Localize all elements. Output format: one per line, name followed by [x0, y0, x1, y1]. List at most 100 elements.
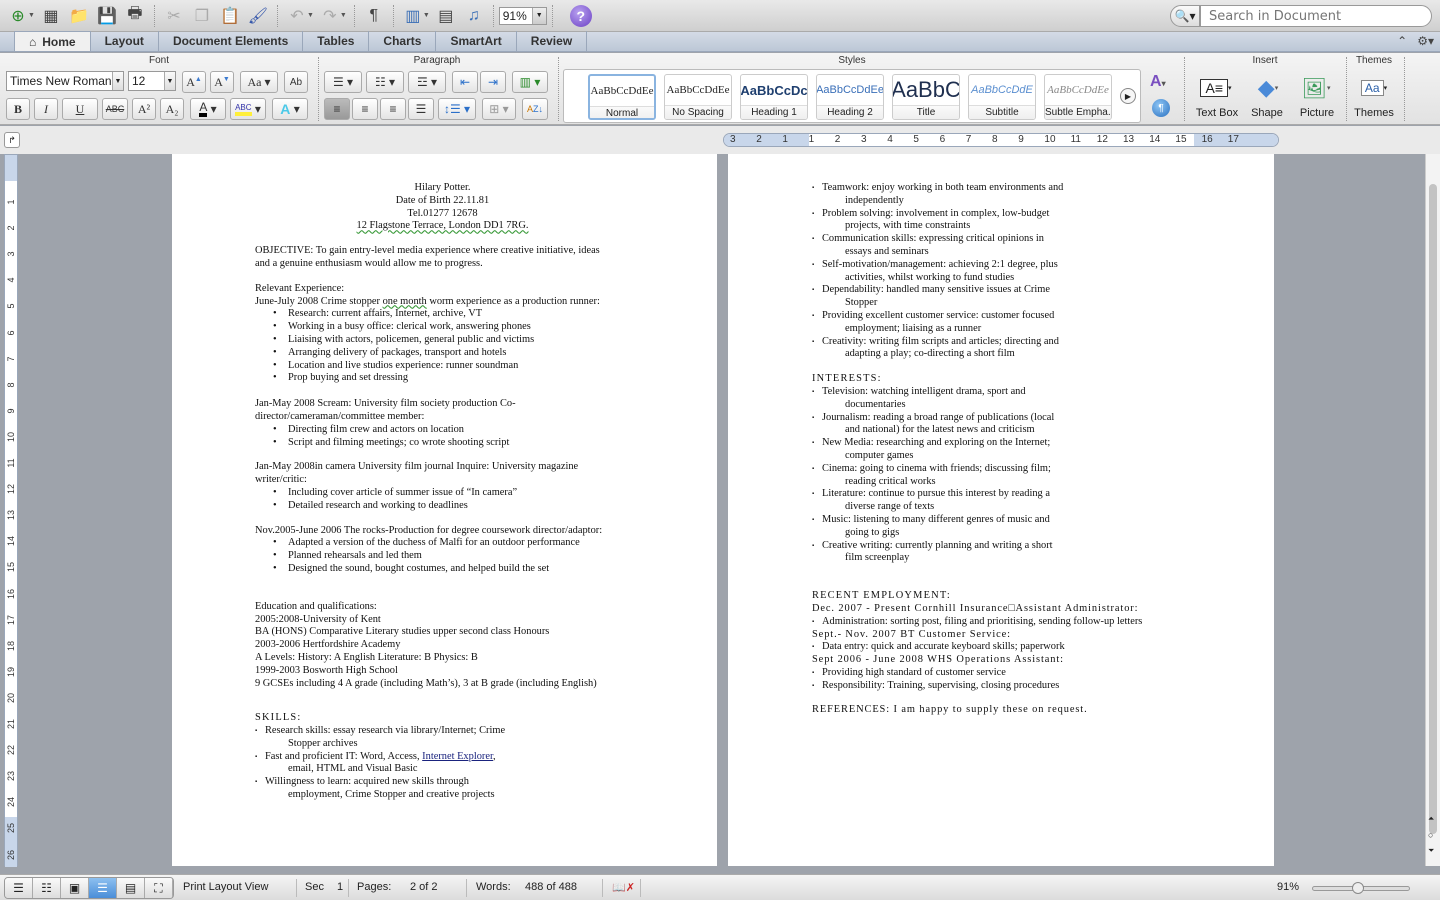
vertical-scrollbar[interactable]: ⏶ ○ ⏷	[1425, 154, 1440, 866]
search-input[interactable]	[1200, 5, 1432, 27]
text-effects-button[interactable]: A ▾	[272, 98, 308, 120]
gallery-icon[interactable]: ▦	[37, 4, 65, 28]
grow-font-button[interactable]: A▲	[182, 71, 206, 93]
superscript-button[interactable]: A²	[132, 98, 156, 120]
tab-document-elements[interactable]: Document Elements	[159, 31, 304, 51]
sort-button[interactable]: A Z↓	[522, 98, 548, 120]
spelling-check-icon[interactable]: 📖✗	[612, 881, 635, 894]
save-icon[interactable]: 💾	[93, 4, 121, 28]
zoom-slider[interactable]	[1312, 882, 1410, 894]
decrease-indent-button[interactable]: ⇤	[452, 71, 478, 93]
copy-icon[interactable]: ❐	[188, 4, 216, 28]
style-heading-2[interactable]: AaBbCcDdEe Heading 2	[816, 74, 884, 120]
align-right-button[interactable]: ≡	[380, 98, 406, 120]
gear-icon[interactable]: ⚙▾	[1417, 34, 1434, 48]
print-layout-icon[interactable]: ☰	[89, 878, 117, 898]
help-icon[interactable]: ?	[569, 4, 592, 27]
style-normal[interactable]: AaBbCcDdEe Normal	[588, 74, 656, 120]
font-color-button[interactable]: A ▾	[190, 98, 226, 120]
media-browser-icon[interactable]: ♫	[460, 4, 488, 28]
chevron-down-icon[interactable]: ▼	[164, 72, 175, 90]
internet-explorer-link[interactable]: Internet Explorer	[422, 751, 493, 762]
numbering-button[interactable]: ☷ ▾	[366, 71, 404, 93]
open-icon[interactable]: 📁	[65, 4, 93, 28]
styles-next-button[interactable]: ▶	[1120, 88, 1136, 104]
themes-label[interactable]: Themes	[1352, 107, 1396, 119]
underline-button[interactable]: U	[62, 98, 98, 120]
undo-icon[interactable]: ↶	[283, 4, 311, 28]
tab-layout[interactable]: Layout	[91, 31, 159, 51]
text-box-label[interactable]: Text Box	[1192, 107, 1242, 119]
chevron-down-icon[interactable]: ▼	[112, 72, 123, 90]
toolbox-icon[interactable]: ▤	[432, 4, 460, 28]
pilcrow-icon[interactable]: ¶	[360, 4, 388, 28]
draft-view-icon[interactable]: ☰	[5, 878, 33, 898]
tab-label: Review	[530, 34, 573, 48]
cut-icon[interactable]: ✂	[160, 4, 188, 28]
bold-button[interactable]: B	[6, 98, 30, 120]
font-size-select[interactable]: 12 ▼	[128, 71, 176, 91]
vertical-ruler[interactable]: 1 2 3 4 5 6 7 8 9 10 11 12 13 14 15 16 17 18 19 20 21 22 23 24 2…	[4, 154, 18, 867]
search-icon[interactable]: 🔍▾	[1170, 5, 1200, 27]
outline-view-icon[interactable]: ☷	[33, 878, 61, 898]
list-item: Teamwork: enjoy working in both team env…	[812, 182, 1232, 208]
scrollbar-thumb[interactable]	[1429, 184, 1437, 834]
font-name-select[interactable]: Times New Roman ▼	[6, 71, 124, 91]
tab-stop-selector[interactable]: ↱	[4, 132, 20, 148]
borders-button[interactable]: ⊞ ▾	[482, 98, 516, 120]
text-box-icon[interactable]: A≡ ▾	[1196, 73, 1236, 103]
redo-icon[interactable]: ↷	[316, 4, 344, 28]
bullets-button[interactable]: ☰ ▾	[324, 71, 362, 93]
align-left-button[interactable]: ≡	[324, 98, 350, 120]
tab-review[interactable]: Review	[517, 31, 588, 51]
italic-button[interactable]: I	[34, 98, 58, 120]
chevron-down-icon[interactable]: ▼	[531, 7, 546, 24]
ruler-tick-label: 2	[6, 225, 16, 231]
shape-label[interactable]: Shape	[1248, 107, 1286, 119]
increase-indent-button[interactable]: ⇥	[480, 71, 506, 93]
paste-icon[interactable]: 📋	[216, 4, 244, 28]
format-painter-icon[interactable]: 🖌	[244, 4, 272, 28]
print-icon[interactable]: 🖶	[121, 4, 149, 28]
shrink-font-button[interactable]: A▼	[210, 71, 234, 93]
full-screen-icon[interactable]: ⛶	[145, 878, 173, 898]
tab-smartart[interactable]: SmartArt	[436, 31, 517, 51]
multilevel-list-button[interactable]: ☲ ▾	[408, 71, 446, 93]
tab-home[interactable]: ⌂ Home	[14, 31, 91, 51]
style-no-spacing[interactable]: AaBbCcDdEe No Spacing	[664, 74, 732, 120]
sidebar-icon[interactable]: ▥	[399, 4, 427, 28]
zoom-slider-knob[interactable]	[1351, 882, 1364, 894]
horizontal-ruler[interactable]: 3 2 1 1 2 3 4 5 6 7 8 9 10 11 12 13 14 15 16 17	[723, 133, 1279, 147]
align-center-button[interactable]: ≡	[352, 98, 378, 120]
style-heading-1[interactable]: AaBbCcDc Heading 1	[740, 74, 808, 120]
new-document-icon[interactable]: ⊕	[4, 4, 32, 28]
change-case-button[interactable]: Aa ▾	[240, 71, 278, 93]
themes-icon[interactable]: Aa ▾	[1354, 73, 1394, 103]
tab-charts[interactable]: Charts	[369, 31, 437, 51]
highlight-button[interactable]: ABC ▾	[230, 98, 266, 120]
columns-button[interactable]: ▥ ▾	[512, 71, 548, 93]
notebook-layout-icon[interactable]: ▤	[117, 878, 145, 898]
browse-object-icon[interactable]: ○	[1428, 830, 1433, 840]
page-1[interactable]: Hilary Potter. Date of Birth 22.11.81 Te…	[172, 154, 717, 866]
line-spacing-button[interactable]: ↕☰ ▾	[438, 98, 476, 120]
strikethrough-button[interactable]: ABC	[102, 98, 128, 120]
collapse-ribbon-icon[interactable]: ⌃	[1397, 34, 1407, 48]
style-pane-icon[interactable]: ¶	[1152, 99, 1170, 117]
style-subtitle[interactable]: AaBbCcDdE Subtitle	[968, 74, 1036, 120]
zoom-select[interactable]: 91% ▼	[498, 6, 547, 25]
page-2[interactable]: Teamwork: enjoy working in both team env…	[728, 154, 1274, 866]
style-title[interactable]: AaBbC Title	[892, 74, 960, 120]
previous-page-icon[interactable]: ⏶	[1428, 814, 1434, 824]
picture-label[interactable]: Picture	[1296, 107, 1338, 119]
manage-styles-icon[interactable]: A▾	[1150, 73, 1166, 91]
style-subtle-emphasis[interactable]: AaBbCcDdEe Subtle Empha...	[1044, 74, 1112, 120]
next-page-icon[interactable]: ⏷	[1428, 846, 1434, 856]
shape-icon[interactable]: ◆ ▾	[1248, 73, 1288, 103]
publishing-layout-icon[interactable]: ▣	[61, 878, 89, 898]
clear-formatting-button[interactable]: Ab	[284, 71, 308, 93]
tab-tables[interactable]: Tables	[303, 31, 370, 51]
picture-icon[interactable]: 🖼 ▾	[1296, 73, 1336, 103]
subscript-button[interactable]: A₂	[160, 98, 184, 120]
justify-button[interactable]: ☰	[408, 98, 434, 120]
